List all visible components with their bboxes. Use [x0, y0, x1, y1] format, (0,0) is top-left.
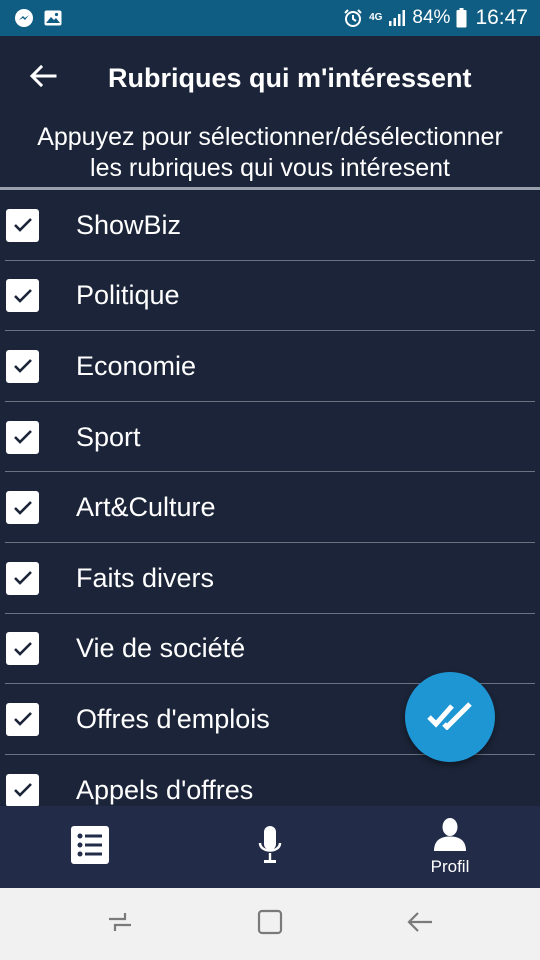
gallery-icon — [44, 10, 62, 26]
battery-icon — [456, 8, 467, 28]
category-item-sport[interactable]: Sport — [0, 402, 540, 473]
category-label: Sport — [76, 421, 141, 452]
recent-apps-button[interactable] — [90, 888, 150, 960]
page-title: Rubriques qui m'intéressent — [108, 62, 472, 93]
signal-icon — [388, 10, 406, 26]
category-label: Appels d'offres — [76, 774, 254, 805]
checkbox-checked-icon[interactable] — [6, 702, 39, 736]
back-arrow-icon — [29, 64, 57, 93]
profile-icon — [432, 817, 468, 856]
category-item-appels-offres[interactable]: Appels d'offres — [0, 755, 540, 806]
status-bar-left — [14, 8, 72, 28]
system-back-button[interactable] — [390, 888, 450, 960]
category-label: ShowBiz — [76, 209, 182, 240]
checkbox-checked-icon[interactable] — [6, 773, 39, 806]
category-label: Economie — [76, 350, 197, 381]
category-item-economie[interactable]: Economie — [0, 331, 540, 402]
category-item-showbiz[interactable]: ShowBiz — [0, 190, 540, 261]
messenger-icon — [14, 8, 34, 28]
category-item-art-culture[interactable]: Art&Culture — [0, 472, 540, 543]
checkbox-checked-icon[interactable] — [6, 279, 39, 313]
checkbox-checked-icon[interactable] — [6, 420, 39, 454]
instructions-line-1: Appuyez pour sélectionner/désélectionner — [37, 123, 503, 151]
microphone-icon — [258, 825, 282, 870]
category-item-politique[interactable]: Politique — [0, 261, 540, 332]
nav-profile-button[interactable]: Profil — [410, 806, 490, 888]
double-check-icon — [426, 700, 474, 735]
checkbox-checked-icon[interactable] — [6, 349, 39, 383]
confirm-selection-button[interactable] — [405, 672, 495, 762]
category-label: Offres d'emplois — [76, 703, 270, 734]
nav-list-button[interactable] — [50, 806, 130, 888]
category-label: Vie de société — [76, 633, 246, 664]
category-label: Politique — [76, 280, 180, 311]
list-icon — [71, 825, 109, 869]
checkbox-checked-icon[interactable] — [6, 561, 39, 595]
battery-percent: 84% — [412, 7, 451, 28]
category-item-faits-divers[interactable]: Faits divers — [0, 543, 540, 614]
system-navigation-bar — [0, 888, 540, 960]
clock: 16:47 — [475, 6, 528, 29]
recent-apps-icon — [107, 910, 133, 939]
nav-profile-label: Profil — [430, 857, 470, 876]
checkbox-checked-icon[interactable] — [6, 632, 39, 666]
network-type: 4G — [369, 12, 383, 23]
category-label: Faits divers — [76, 562, 215, 593]
checkbox-checked-icon[interactable] — [6, 208, 39, 242]
app-bar: Rubriques qui m'intéressent — [0, 36, 540, 120]
nav-microphone-button[interactable] — [230, 806, 310, 888]
instructions-text: Appuyez pour sélectionner/désélectionner… — [0, 122, 540, 184]
home-button[interactable] — [240, 888, 300, 960]
instructions-line-2: les rubriques qui vous intéresent — [90, 154, 450, 182]
category-label: Art&Culture — [76, 492, 216, 523]
alarm-icon — [343, 8, 363, 28]
bottom-navigation: Profil — [0, 806, 540, 888]
status-bar-right: 4G 84% 16:47 — [343, 6, 528, 30]
back-button[interactable] — [0, 36, 86, 120]
system-back-icon — [406, 910, 434, 939]
home-icon — [257, 909, 283, 940]
status-bar: 4G 84% 16:47 — [0, 0, 540, 36]
checkbox-checked-icon[interactable] — [6, 491, 39, 525]
